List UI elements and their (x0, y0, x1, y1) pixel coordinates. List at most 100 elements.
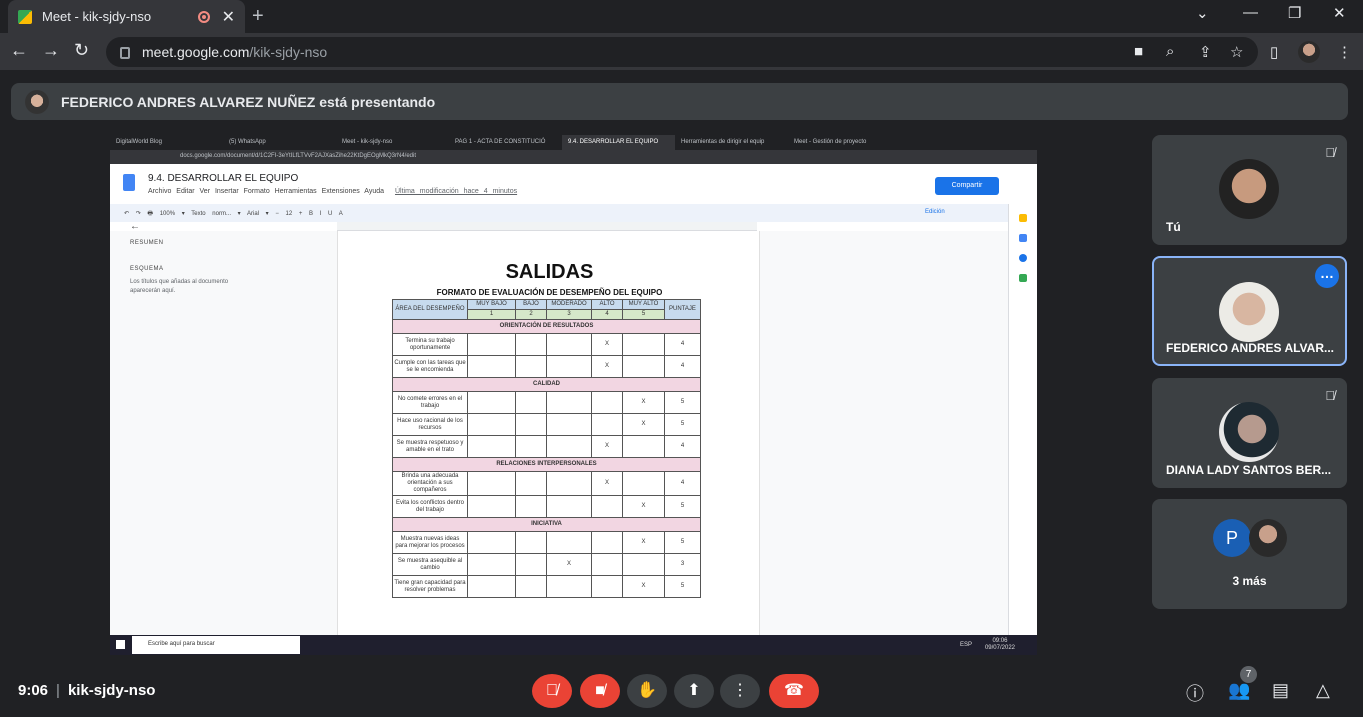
browser-toolbar: ← → ↻ meet.google.com/kik-sjdy-nso ■ ⌕ ⇪… (0, 33, 1363, 70)
more-options-icon[interactable]: … (1315, 264, 1339, 288)
close-window-icon[interactable]: ✕ (1333, 4, 1346, 22)
participant-name: FEDERICO ANDRES ALVAR... (1166, 341, 1335, 355)
level-cell (591, 495, 623, 518)
participant-name: DIANA LADY SANTOS BER... (1166, 463, 1332, 477)
level-cell (591, 531, 623, 554)
score-cell: 5 (664, 495, 701, 518)
browser-tab[interactable]: Meet - kik-sjdy-nso ✕ (8, 0, 245, 33)
address-bar[interactable]: meet.google.com/kik-sjdy-nso (106, 37, 1258, 67)
shared-tab: (5) WhatsApp (229, 139, 266, 145)
tab-title: Meet - kik-sjdy-nso (42, 9, 152, 24)
section-row: CALIDAD (392, 377, 701, 392)
level-cell: X (622, 391, 665, 414)
level-cell (546, 531, 592, 554)
level-cell (546, 435, 592, 458)
score-header: PUNTAJE (664, 299, 701, 320)
profile-avatar[interactable] (1298, 41, 1320, 63)
table-row: Hace uso racional de los recursos X 5 (392, 413, 701, 436)
level-cell (467, 391, 516, 414)
taskbar-time: 09:06 (992, 638, 1008, 644)
evaluation-table-body: ORIENTACIÓN DE RESULTADOS Termina su trab… (392, 319, 701, 598)
level-cell (515, 495, 547, 518)
meeting-details-icon[interactable]: ⓘ (1186, 680, 1204, 706)
level-number: 4 (591, 309, 623, 320)
people-icon[interactable]: 👥 (1228, 680, 1250, 701)
forward-icon[interactable]: → (42, 40, 60, 61)
participant-tile-presenter[interactable]: … FEDERICO ANDRES ALVAR... (1152, 256, 1347, 366)
criterion-cell: Tiene gran capacidad para resolver probl… (392, 575, 468, 598)
new-tab-button[interactable]: + (252, 5, 264, 28)
shared-tab: Herramientas de dirigir el equip (681, 139, 765, 145)
level-cell (467, 413, 516, 436)
camera-icon[interactable]: ■ (1134, 43, 1143, 60)
more-participants-tile[interactable]: P 3 más (1152, 499, 1347, 609)
level-number: 3 (546, 309, 592, 320)
level-header: BAJO (515, 299, 547, 310)
more-options-button[interactable]: ⋮ (720, 674, 760, 708)
mic-toggle-button[interactable]: 🎙̸ (532, 674, 572, 708)
back-icon[interactable]: ← (10, 40, 28, 61)
docs-share-button: Compartir (935, 177, 999, 195)
level-cell (515, 355, 547, 378)
level-cell (546, 333, 592, 356)
level-cell (546, 575, 592, 598)
level-cell (467, 471, 516, 496)
shared-tab: Meet - Gestión de proyecto (794, 139, 867, 145)
level-cell (622, 471, 665, 496)
section-title: CALIDAD (392, 377, 701, 392)
level-cell (622, 333, 665, 356)
raise-hand-button[interactable]: ✋ (627, 674, 667, 708)
present-button[interactable]: ⬆ (674, 674, 714, 708)
doc-title: 9.4. DESARROLLAR EL EQUIPO (148, 173, 299, 184)
level-cell (622, 355, 665, 378)
presenting-banner: FEDERICO ANDRES ALVAREZ NUÑEZ está prese… (11, 83, 1348, 120)
browser-menu-icon[interactable]: ⋮ (1337, 43, 1352, 61)
level-cell (467, 355, 516, 378)
level-cell: X (622, 531, 665, 554)
table-row: Muestra nuevas ideas para mejorar los pr… (392, 531, 701, 554)
zoom-icon[interactable]: ⌕ (1166, 43, 1174, 60)
area-header: ÁREA DEL DESEMPEÑO (392, 299, 468, 320)
criterion-cell: Evita los conflictos dentro del trabajo (392, 495, 468, 518)
outline-summary: RESUMEN (130, 240, 164, 246)
level-cell (622, 553, 665, 576)
tab-search-icon[interactable]: ⌄ (1196, 4, 1209, 22)
side-panel-icon[interactable]: ▯ (1270, 43, 1278, 61)
meeting-controls-bar: 9:06 | kik-sjdy-nso 🎙̸ ■̸ ✋ ⬆ ⋮ ☎ ⓘ 👥 ▤ △ (0, 665, 1363, 717)
presenting-text: FEDERICO ANDRES ALVAREZ NUÑEZ está prese… (61, 93, 436, 110)
criterion-cell: Se muestra respetuoso y amable en el tra… (392, 435, 468, 458)
share-page-icon[interactable]: ⇪ (1199, 43, 1212, 61)
criterion-cell: Hace uso racional de los recursos (392, 413, 468, 436)
participant-avatar (1219, 402, 1279, 462)
shared-tab: DigitalWorld Blog (116, 139, 162, 145)
score-cell: 3 (664, 553, 701, 576)
chat-icon[interactable]: ▤ (1272, 680, 1289, 701)
score-cell: 5 (664, 413, 701, 436)
participant-avatar (1219, 282, 1279, 342)
bookmark-star-icon[interactable]: ☆ (1230, 43, 1243, 61)
participant-tile[interactable]: 🎙̸ DIANA LADY SANTOS BER... (1152, 378, 1347, 488)
reload-icon[interactable]: ↻ (74, 40, 89, 61)
mic-off-icon: 🎙̸ (1325, 388, 1335, 403)
activities-icon[interactable]: △ (1316, 680, 1330, 701)
section-title: ORIENTACIÓN DE RESULTADOS (392, 319, 701, 334)
level-cell (467, 553, 516, 576)
ruler (337, 222, 757, 231)
restore-icon[interactable]: ❐ (1288, 4, 1301, 22)
leave-call-button[interactable]: ☎ (769, 674, 819, 708)
table-row: Tiene gran capacidad para resolver probl… (392, 575, 701, 598)
minimize-icon[interactable]: — (1243, 4, 1258, 21)
presenter-avatar (25, 89, 49, 114)
url-host: meet.google.com (142, 44, 250, 60)
participant-tile-self[interactable]: 🎙̸ Tú (1152, 135, 1347, 245)
score-cell: 4 (664, 435, 701, 458)
level-cell (515, 391, 547, 414)
camera-toggle-button[interactable]: ■̸ (580, 674, 620, 708)
section-row: ORIENTACIÓN DE RESULTADOS (392, 319, 701, 334)
level-cell (515, 471, 547, 496)
taskbar-search: Escribe aquí para buscar (132, 636, 300, 654)
browser-tab-strip: Meet - kik-sjdy-nso ✕ + ⌄ — ❐ ✕ (0, 0, 1363, 33)
level-cell (515, 413, 547, 436)
doc-subtitle: FORMATO DE EVALUACIÓN DE DESEMPEÑO DEL E… (436, 288, 663, 297)
close-tab-icon[interactable]: ✕ (222, 7, 235, 27)
